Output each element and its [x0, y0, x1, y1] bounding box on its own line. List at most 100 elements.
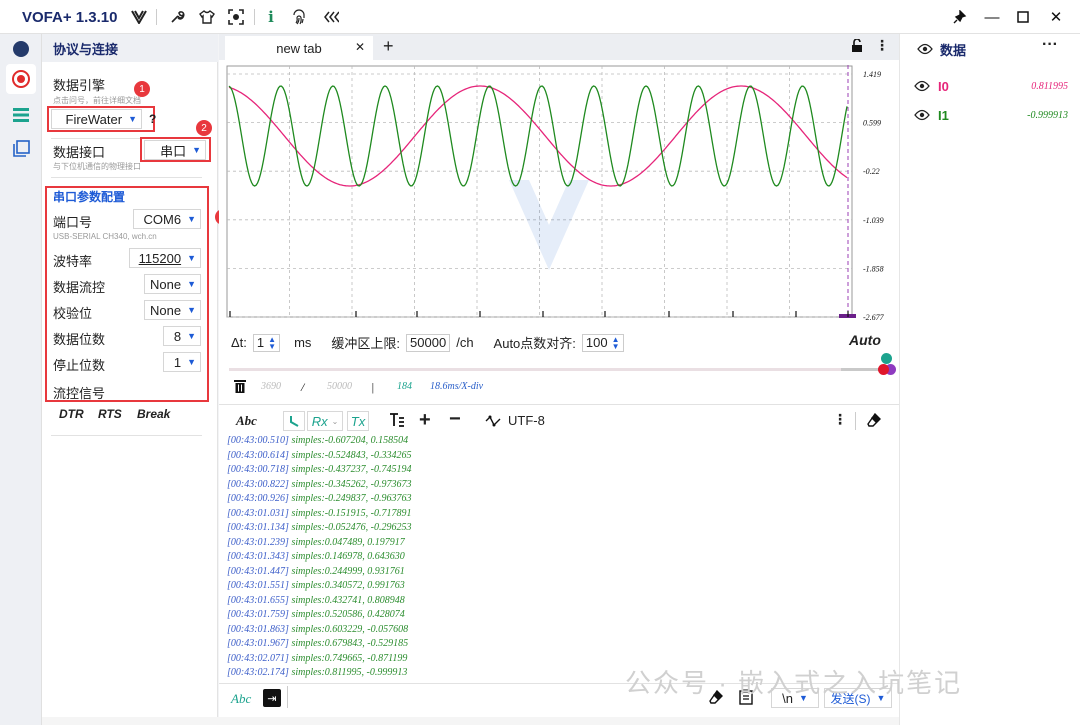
collapse-left-icon[interactable] — [322, 8, 340, 26]
waveform-plot[interactable]: 1.4190.599-0.22-1.039-1.858-2.677 -183-1… — [219, 60, 899, 325]
more-vert-icon[interactable]: ⋮ — [833, 411, 847, 428]
eraser-icon[interactable] — [867, 412, 881, 432]
pin-icon[interactable] — [950, 7, 970, 27]
channel-row-i1[interactable]: I1 -0.999913 — [914, 105, 1074, 125]
tshirt-icon[interactable] — [198, 8, 216, 26]
chevron-down-icon: ▼ — [187, 279, 196, 289]
log-timestamp: [00:43:00.614] — [227, 449, 289, 461]
align-stepper[interactable]: 100 ▲ ▼ — [581, 333, 624, 352]
buffer-input[interactable]: 50000 — [406, 333, 451, 352]
data-panel-title: 数据 — [940, 43, 967, 58]
encoding-label[interactable]: UTF-8 — [508, 413, 545, 428]
databits-select[interactable]: 8 ▼ — [163, 326, 201, 346]
log-message: simples:0.520586, 0.428074 — [288, 609, 405, 620]
fingerprint-icon[interactable] — [290, 8, 308, 26]
engine-select[interactable]: FireWater ▼ — [51, 109, 142, 129]
time-slider-fill — [841, 368, 881, 371]
flow-select[interactable]: None ▼ — [144, 274, 201, 294]
more-vert-icon[interactable]: ⋮ — [875, 37, 889, 54]
dt-stepper[interactable]: 1 ▲ ▼ — [252, 333, 281, 352]
tab-label: new tab — [276, 40, 322, 56]
log-line: [00:43:01.343] simples:0.146978, 0.64363… — [227, 550, 747, 565]
maximize-button[interactable] — [1013, 7, 1033, 27]
data-panel: 数据 ··· I0 0.811995 I1 -0.999913 — [899, 34, 1080, 725]
buffer-unit: /ch — [456, 335, 474, 350]
chevron-down-icon: ▼ — [187, 331, 196, 341]
send-file-icon[interactable]: ⇥ — [263, 689, 281, 707]
log-message: simples:0.340572, 0.991763 — [288, 580, 405, 591]
log-message: simples:0.749665, -0.871199 — [288, 652, 408, 664]
time-slider-track[interactable] — [229, 368, 889, 371]
settings-dot-icon[interactable] — [6, 34, 36, 64]
eye-icon[interactable] — [914, 80, 930, 92]
log-message: simples:-0.345262, -0.973673 — [288, 478, 412, 490]
tx-toggle[interactable]: Tx — [347, 411, 369, 431]
text-format-icon[interactable] — [389, 412, 405, 433]
commands-icon[interactable] — [6, 100, 36, 130]
channel-row-i0[interactable]: I0 0.811995 — [914, 76, 1074, 96]
log-timestamp: [00:43:00.926] — [227, 493, 289, 504]
auto-button[interactable]: Auto — [849, 332, 881, 348]
close-button[interactable]: ✕ — [1046, 7, 1066, 27]
annotation-badge-1: 1 — [134, 81, 150, 97]
stopbits-label: 停止位数 — [53, 358, 106, 373]
log-timestamp: [00:43:00.822] — [227, 478, 289, 490]
info-icon[interactable]: i — [262, 8, 280, 26]
log-line: [00:43:01.655] simples:0.432741, 0.80894… — [227, 594, 747, 609]
zoom-in-icon[interactable]: + — [419, 409, 431, 432]
serial-log[interactable]: [00:43:00.510] simples:-0.607204, 0.1585… — [227, 434, 747, 684]
minimize-button[interactable]: — — [982, 7, 1002, 27]
timestamp-toggle[interactable] — [283, 411, 305, 431]
capture-icon[interactable] — [227, 8, 245, 26]
windows-icon[interactable] — [6, 134, 36, 164]
eye-icon[interactable] — [917, 42, 933, 60]
baud-label: 波特率 — [53, 254, 93, 269]
log-timestamp: [00:43:01.967] — [227, 638, 289, 649]
tab-bar: new tab ✕ + ⋮ — [219, 34, 899, 60]
tab-new[interactable]: new tab — [225, 36, 373, 60]
parity-select[interactable]: None ▼ — [144, 300, 201, 320]
dt-value: 1 — [256, 335, 265, 350]
dt-unit: ms — [294, 335, 312, 350]
waveform-icon[interactable] — [485, 414, 501, 432]
abc-toggle[interactable]: Abc — [236, 413, 257, 429]
chevron-down-icon: ▼ — [192, 145, 201, 155]
unlock-icon[interactable] — [851, 38, 863, 58]
break-toggle[interactable]: Break — [137, 407, 170, 421]
baud-select[interactable]: 115200 ▼ — [129, 248, 201, 268]
send-abc-toggle[interactable]: Abc — [231, 691, 251, 707]
connection-icon[interactable] — [6, 64, 36, 94]
engine-hint: 点击问号，前往详细文档 — [53, 96, 141, 105]
rx-toggle[interactable]: Rx ⌄ — [307, 411, 343, 431]
interface-select[interactable]: 串口 ▼ — [144, 140, 206, 160]
eye-icon[interactable] — [914, 109, 930, 121]
stepper-arrows-icon: ▲ ▼ — [268, 334, 277, 351]
more-horiz-icon[interactable]: ··· — [1042, 36, 1058, 54]
stopbits-select[interactable]: 1 ▼ — [163, 352, 201, 372]
channel-name: I0 — [938, 78, 949, 94]
slider-handle-green[interactable] — [881, 353, 892, 364]
trash-icon[interactable] — [234, 379, 246, 398]
left-icon-rail — [0, 34, 42, 725]
rts-toggle[interactable]: RTS — [98, 407, 122, 421]
zoom-out-icon[interactable]: − — [449, 408, 461, 431]
toolbar-divider — [254, 9, 255, 25]
add-tab-icon[interactable]: + — [383, 36, 394, 57]
log-timestamp: [00:43:02.174] — [227, 667, 289, 678]
bottom-strip — [42, 717, 899, 725]
slider-handle-red[interactable] — [878, 364, 889, 375]
chevron-down-icon: ▼ — [187, 253, 196, 263]
panel-title: 协议与连接 — [53, 42, 119, 57]
log-message: simples:-0.052476, -0.296253 — [288, 522, 412, 533]
vofa-logo-icon[interactable] — [130, 8, 148, 26]
wrench-icon[interactable] — [168, 8, 186, 26]
tab-close-icon[interactable]: ✕ — [355, 40, 365, 54]
port-select[interactable]: COM6 ▼ — [133, 209, 201, 229]
buffer-value: 50000 — [410, 335, 447, 350]
log-line: [00:43:00.510] simples:-0.607204, 0.1585… — [227, 434, 747, 449]
dtr-toggle[interactable]: DTR — [59, 407, 84, 421]
time-per-div: 18.6ms/X-div — [430, 381, 484, 392]
log-message: simples:-0.151915, -0.717891 — [288, 507, 412, 519]
engine-help-icon[interactable]: ? — [149, 112, 156, 126]
dt-label: Δt: — [231, 335, 247, 350]
